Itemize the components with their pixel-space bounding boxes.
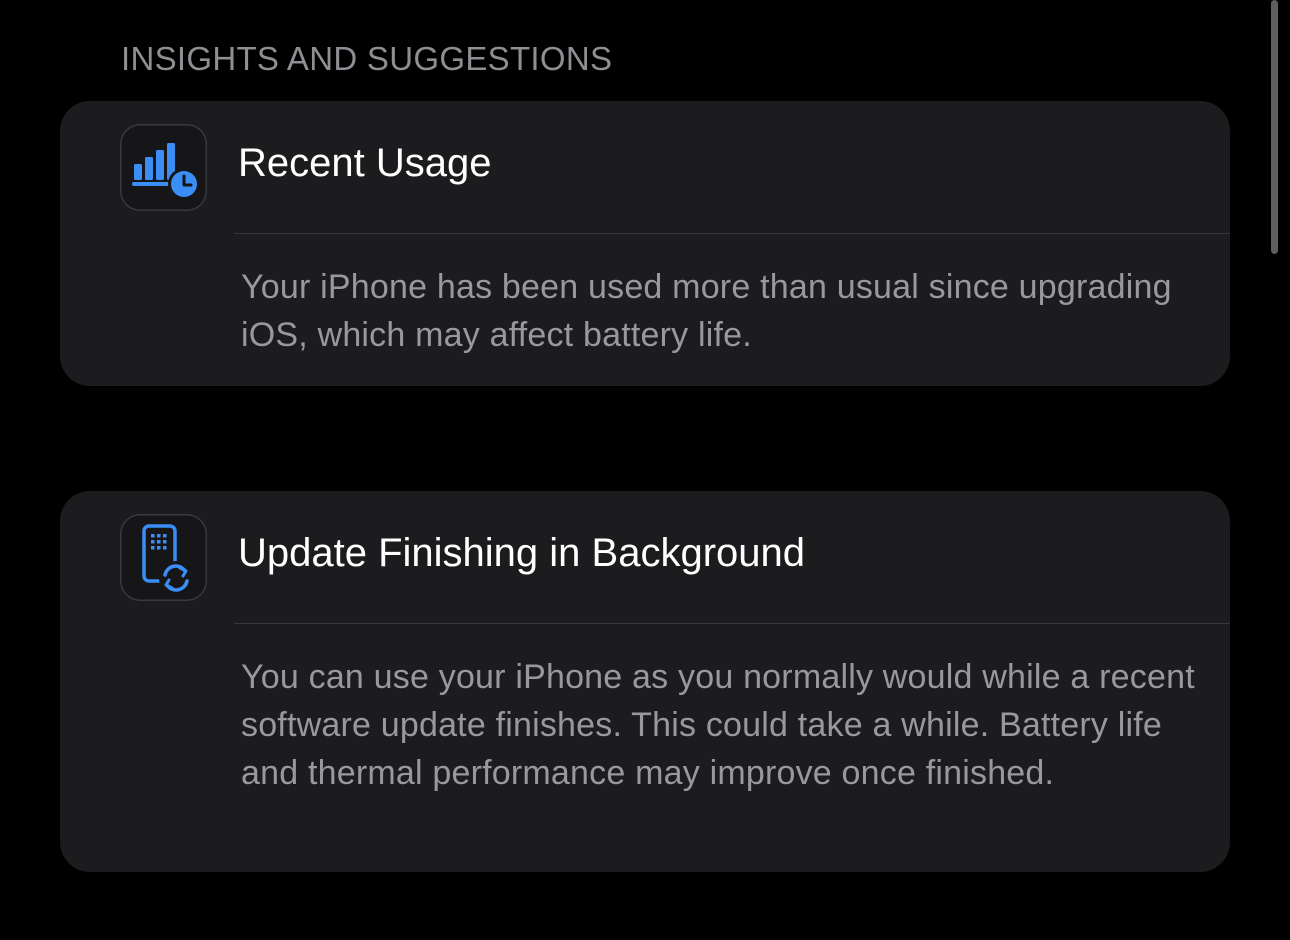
card-title: Recent Usage	[238, 141, 492, 185]
update-phone-sync-icon	[120, 514, 207, 601]
insight-card-recent-usage[interactable]: Recent Usage Your iPhone has been used m…	[60, 101, 1230, 386]
card-description: You can use your iPhone as you normally …	[241, 658, 1195, 792]
section-header: INSIGHTS AND SUGGESTIONS	[121, 40, 613, 77]
vertical-scrollbar[interactable]	[1271, 0, 1278, 254]
battery-insights-screen: INSIGHTS AND SUGGESTIONS Recent Usage Yo…	[0, 0, 1290, 940]
card-divider	[234, 233, 1230, 234]
card-title: Update Finishing in Background	[238, 531, 806, 575]
card-description: Your iPhone has been used more than usua…	[241, 268, 1172, 354]
recent-usage-chart-clock-icon	[120, 124, 207, 211]
insight-card-update-finishing[interactable]: Update Finishing in Background You can u…	[60, 491, 1230, 872]
card-divider	[234, 623, 1230, 624]
